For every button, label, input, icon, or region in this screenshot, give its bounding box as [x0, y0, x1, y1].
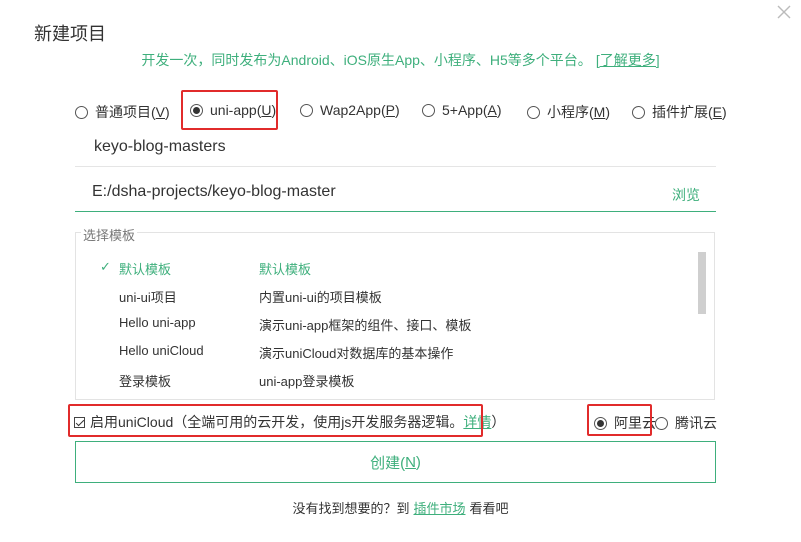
provider-tencent[interactable]: 腾讯云: [655, 413, 717, 433]
browse-button[interactable]: 浏览: [672, 185, 700, 205]
project-path-value: E:/dsha-projects/keyo-blog-master: [92, 183, 336, 200]
highlight-aliyun: [587, 404, 652, 436]
dialog-title: 新建项目: [34, 24, 106, 44]
template-item-uni-ui[interactable]: uni-ui项目 内置uni-ui的项目模板: [76, 287, 676, 307]
radio-icon: [422, 103, 435, 117]
close-icon[interactable]: [772, 0, 796, 24]
learn-more-link[interactable]: [了解更多]: [596, 52, 660, 68]
dialog-subtitle: 开发一次，同时发布为Android、iOS原生App、小程序、H5等多个平台。[…: [0, 50, 801, 70]
project-name-value: keyo-blog-masters: [94, 138, 226, 155]
radio-mini-program[interactable]: 小程序(M): [527, 102, 610, 122]
template-item-login[interactable]: 登录模板 uni-app登录模板: [76, 371, 676, 391]
template-list: ✓ 默认模板 默认模板 uni-ui项目 内置uni-ui的项目模板 Hello…: [75, 232, 715, 400]
plugin-market-link[interactable]: 插件市场: [413, 501, 465, 516]
template-legend: 选择模板: [81, 225, 138, 244]
project-name-field[interactable]: keyo-blog-masters: [75, 130, 716, 167]
radio-icon: [632, 105, 645, 119]
check-icon: ✓: [100, 259, 111, 274]
template-item-hello-unicloud[interactable]: Hello uniCloud 演示uniCloud对数据库的基本操作: [76, 343, 676, 363]
radio-plugin-extension[interactable]: 插件扩展(E): [632, 102, 727, 122]
subtitle-text: 开发一次，同时发布为Android、iOS原生App、小程序、H5等多个平台。: [141, 52, 592, 68]
project-type-group: 普通项目(V) uni-app(U) Wap2App(P) 5+App(A) 小…: [0, 102, 801, 122]
radio-icon: [300, 103, 313, 117]
highlight-unicloud: [68, 404, 483, 437]
radio-5plus-app[interactable]: 5+App(A): [422, 102, 502, 118]
project-path-field[interactable]: E:/dsha-projects/keyo-blog-master 浏览: [75, 174, 716, 212]
radio-normal-project[interactable]: 普通项目(V): [75, 102, 170, 122]
create-button[interactable]: 创建(N): [75, 441, 716, 483]
highlight-uni-app: [181, 90, 278, 130]
template-item-hello-uni-app[interactable]: Hello uni-app 演示uni-app框架的组件、接口、模板: [76, 315, 676, 335]
radio-icon: [527, 105, 540, 119]
footer-hint: 没有找到想要的？到 插件市场 看看吧: [292, 501, 509, 516]
template-scrollbar[interactable]: [698, 252, 706, 314]
template-item-default[interactable]: ✓ 默认模板 默认模板: [76, 259, 676, 279]
radio-icon: [655, 416, 668, 430]
radio-wap2app[interactable]: Wap2App(P): [300, 102, 400, 118]
radio-icon: [75, 105, 88, 119]
